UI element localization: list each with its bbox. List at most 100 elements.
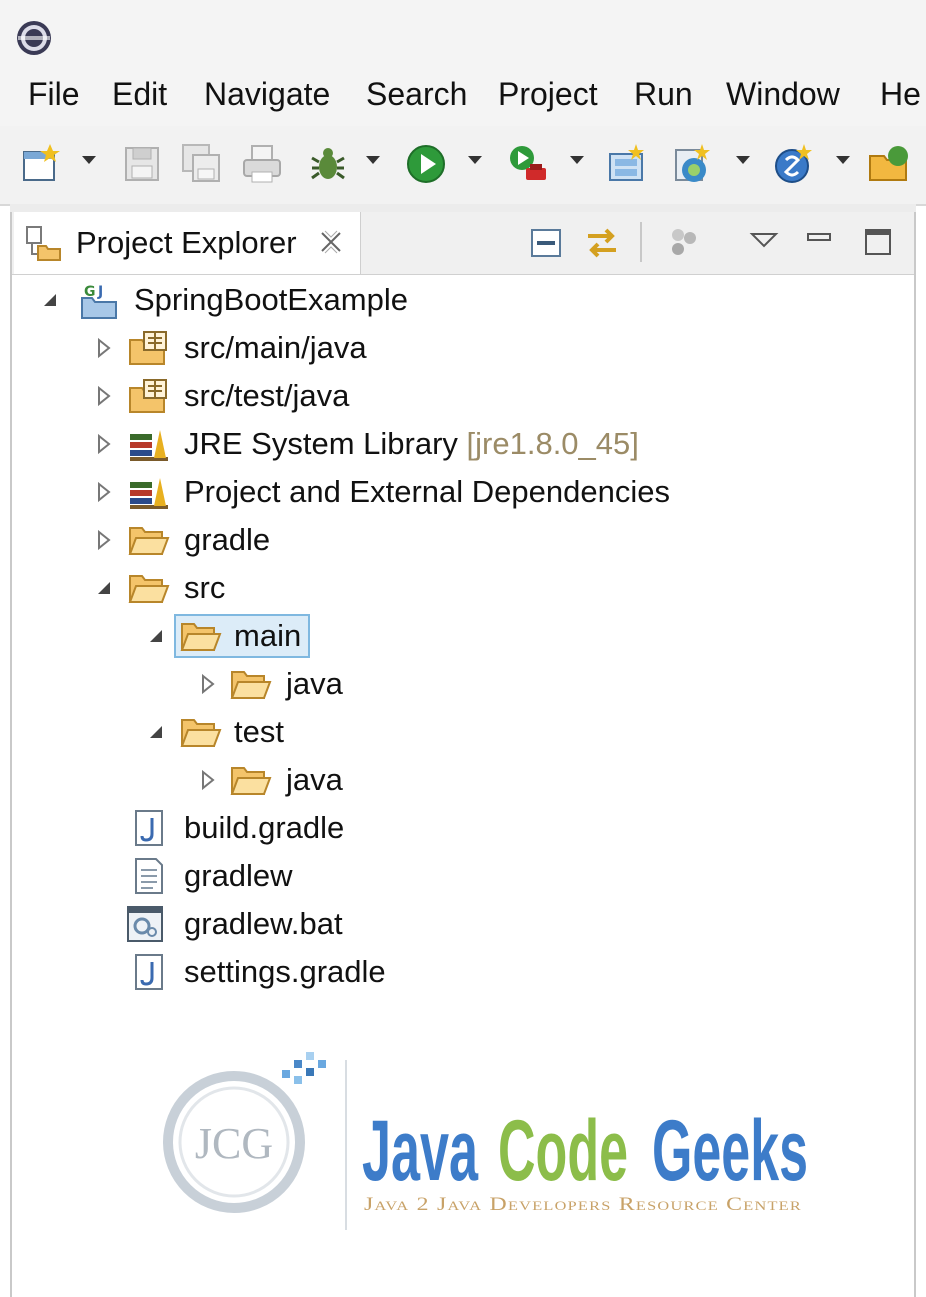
collapsed-arrow-icon[interactable]: [92, 480, 116, 504]
svg-text:J: J: [97, 284, 103, 300]
save-icon[interactable]: [120, 142, 164, 186]
tree-node-project[interactable]: G J SpringBootExample: [12, 276, 914, 324]
print-icon[interactable]: [240, 142, 284, 186]
menu-edit[interactable]: Edit: [112, 74, 167, 114]
new-dropdown-arrow[interactable]: [82, 156, 96, 164]
debug-icon[interactable]: [306, 142, 350, 186]
spring-dropdown-arrow[interactable]: [836, 156, 850, 164]
new-java-package-icon[interactable]: [604, 142, 648, 186]
maximize-icon[interactable]: [858, 222, 898, 262]
run-dropdown-arrow[interactable]: [468, 156, 482, 164]
eclipse-icon: [17, 21, 51, 55]
folder-icon: [128, 575, 170, 603]
jcg-monogram: JCG: [195, 1119, 273, 1168]
tree-label: gradle: [184, 522, 271, 557]
project-explorer-icon: [26, 226, 61, 261]
open-type-icon[interactable]: [868, 142, 912, 186]
tree-label: main: [234, 618, 302, 653]
collapsed-arrow-icon[interactable]: [92, 432, 116, 456]
menu-search[interactable]: Search: [366, 74, 467, 114]
tree-node-test[interactable]: test: [12, 708, 914, 756]
jcg-seal: JCG: [163, 1052, 326, 1213]
save-all-icon[interactable]: [180, 142, 224, 186]
new-wizard-icon[interactable]: [20, 142, 64, 186]
minimize-icon[interactable]: [800, 222, 840, 262]
tree-label: src/test/java: [184, 378, 350, 413]
debug-dropdown-arrow[interactable]: [366, 156, 380, 164]
menu-run[interactable]: Run: [634, 74, 693, 114]
source-folder-icon: [129, 331, 167, 365]
logo-tagline: Java 2 Java Developers Resource Center: [364, 1194, 802, 1215]
collapse-all-icon[interactable]: [526, 222, 566, 262]
expanded-arrow-icon[interactable]: [38, 288, 62, 312]
new-class-dropdown-arrow[interactable]: [736, 156, 750, 164]
new-spring-starter-icon[interactable]: [772, 142, 816, 186]
tree-label: build.gradle: [184, 810, 345, 845]
logo-word-code: Code: [498, 1103, 628, 1199]
tab-project-explorer[interactable]: Project Explorer: [14, 212, 361, 274]
tree-node-jre-library[interactable]: JRE System Library [jre1.8.0_45]: [12, 420, 914, 468]
tree-label: SpringBootExample: [134, 282, 408, 317]
view-menu-icon[interactable]: [744, 222, 784, 262]
tree-label: java: [286, 762, 343, 797]
text-file-icon: [135, 858, 163, 894]
tree-label: Project and External Dependencies: [184, 474, 670, 509]
toolbar-divider: [640, 222, 642, 262]
gradle-file-icon: [135, 954, 163, 990]
folder-icon: [180, 623, 222, 651]
menu-navigate[interactable]: Navigate: [204, 74, 330, 114]
new-java-class-icon[interactable]: [670, 142, 714, 186]
tree-node-test-java[interactable]: java: [12, 756, 914, 804]
menu-project[interactable]: Project: [498, 74, 598, 114]
batch-file-icon: [127, 906, 163, 942]
expanded-arrow-icon[interactable]: [92, 576, 116, 600]
external-tools-dropdown-arrow[interactable]: [570, 156, 584, 164]
tree-node-gradlew[interactable]: gradlew: [12, 852, 914, 900]
expanded-arrow-icon[interactable]: [144, 624, 168, 648]
link-with-editor-icon[interactable]: [582, 222, 622, 262]
menu-bar: File Edit Navigate Search Project Run Wi…: [0, 62, 926, 126]
title-bar: [0, 0, 926, 62]
svg-text:G: G: [84, 284, 96, 300]
run-icon[interactable]: [404, 142, 448, 186]
tree-label: src: [184, 570, 226, 605]
folder-icon: [128, 527, 170, 555]
tree-label: settings.gradle: [184, 954, 386, 989]
tree-node-settings-gradle[interactable]: settings.gradle: [12, 948, 914, 996]
main-toolbar: [0, 126, 926, 206]
library-name: JRE System Library: [184, 426, 458, 461]
menu-help[interactable]: He: [880, 74, 921, 114]
tree-node-gradlew-bat[interactable]: gradlew.bat: [12, 900, 914, 948]
folder-icon: [230, 767, 272, 795]
tree-node-dependencies[interactable]: Project and External Dependencies: [12, 468, 914, 516]
tree-node-gradle[interactable]: gradle: [12, 516, 914, 564]
library-version-decoration: [jre1.8.0_45]: [466, 426, 639, 461]
tree-node-src-test-java[interactable]: src/test/java: [12, 372, 914, 420]
tree-node-src-main-java[interactable]: src/main/java: [12, 324, 914, 372]
close-icon[interactable]: [316, 227, 346, 257]
logo-word-java: Java: [362, 1103, 479, 1199]
source-folder-icon: [129, 379, 167, 413]
menu-window[interactable]: Window: [726, 74, 840, 114]
filter-icon[interactable]: [664, 222, 704, 262]
menu-file[interactable]: File: [28, 74, 80, 114]
toolbar-separator: [10, 204, 916, 212]
tree-node-src[interactable]: src: [12, 564, 914, 612]
collapsed-arrow-icon[interactable]: [92, 384, 116, 408]
tree-label: gradlew.bat: [184, 906, 343, 941]
project-explorer-view: Project Explorer G J SpringBootExample s…: [10, 212, 916, 1297]
tree-node-build-gradle[interactable]: build.gradle: [12, 804, 914, 852]
tree-node-main-java[interactable]: java: [12, 660, 914, 708]
run-external-tools-icon[interactable]: [506, 142, 550, 186]
tree-node-main[interactable]: main: [12, 612, 914, 660]
logo-word-geeks: Geeks: [652, 1103, 808, 1199]
collapsed-arrow-icon[interactable]: [196, 672, 220, 696]
collapsed-arrow-icon[interactable]: [92, 336, 116, 360]
library-icon: [130, 478, 168, 509]
folder-icon: [180, 719, 222, 747]
expanded-arrow-icon[interactable]: [144, 720, 168, 744]
tree-label: test: [234, 714, 284, 749]
collapsed-arrow-icon[interactable]: [196, 768, 220, 792]
tree-label: java: [286, 666, 343, 701]
collapsed-arrow-icon[interactable]: [92, 528, 116, 552]
